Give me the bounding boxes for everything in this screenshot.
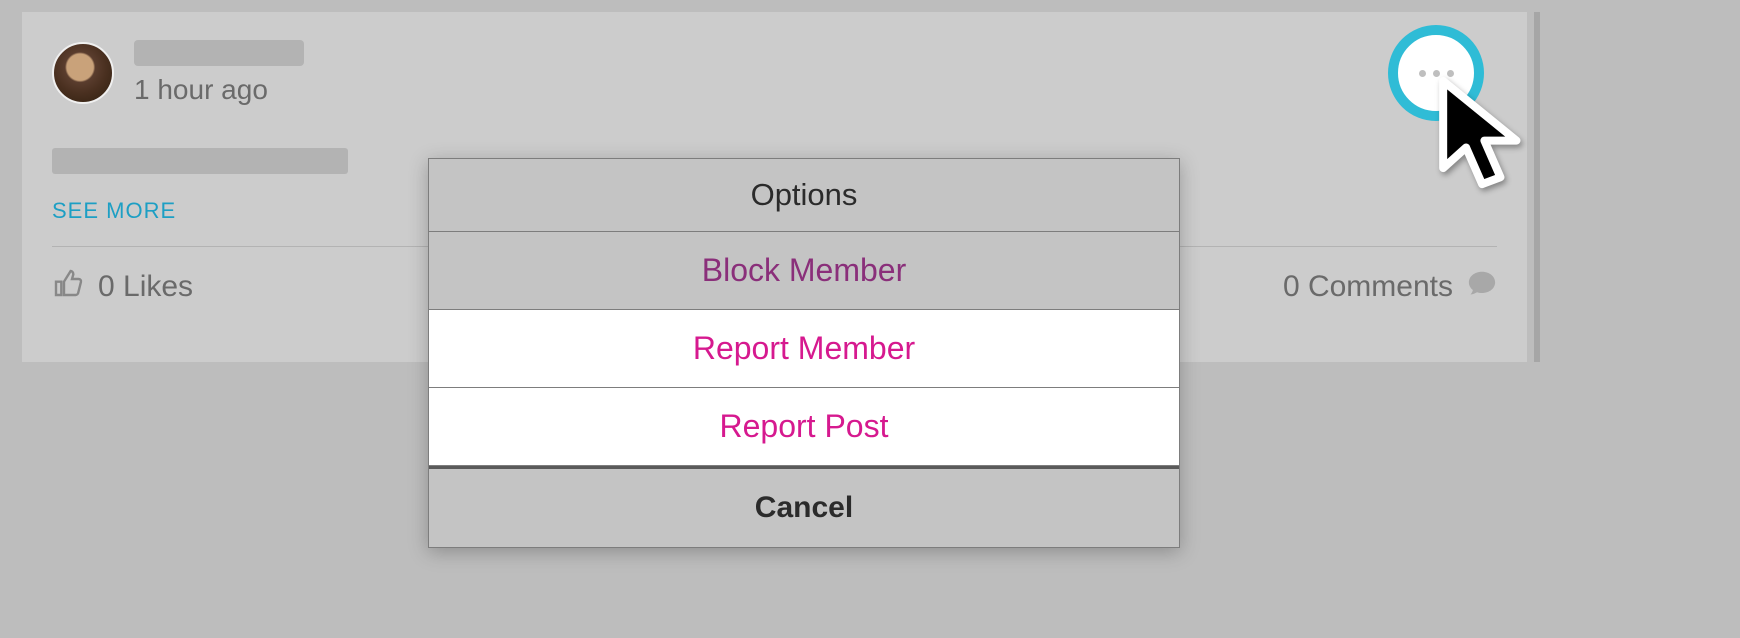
likes-count-label: 0 Likes <box>98 270 193 304</box>
post-content-placeholder <box>52 148 348 174</box>
scrollbar[interactable] <box>1534 12 1540 362</box>
report-member-option[interactable]: Report Member <box>429 310 1179 388</box>
post-timestamp: 1 hour ago <box>134 74 304 106</box>
likes-section[interactable]: 0 Likes <box>52 267 193 307</box>
comments-count-label: 0 Comments <box>1283 270 1453 304</box>
block-member-option[interactable]: Block Member <box>429 232 1179 310</box>
options-menu-title: Options <box>429 159 1179 232</box>
username-placeholder <box>134 40 304 66</box>
report-post-option[interactable]: Report Post <box>429 388 1179 466</box>
avatar[interactable] <box>52 42 114 104</box>
speech-bubble-icon <box>1467 269 1497 305</box>
more-options-button[interactable] <box>1388 25 1484 121</box>
comments-section[interactable]: 0 Comments <box>1283 269 1497 305</box>
cancel-button[interactable]: Cancel <box>429 466 1179 547</box>
ellipsis-icon <box>1419 70 1454 77</box>
post-header-text: 1 hour ago <box>134 40 304 106</box>
post-header: 1 hour ago <box>52 40 1497 106</box>
options-menu: Options Block Member Report Member Repor… <box>428 158 1180 548</box>
thumbs-up-icon <box>52 267 84 307</box>
